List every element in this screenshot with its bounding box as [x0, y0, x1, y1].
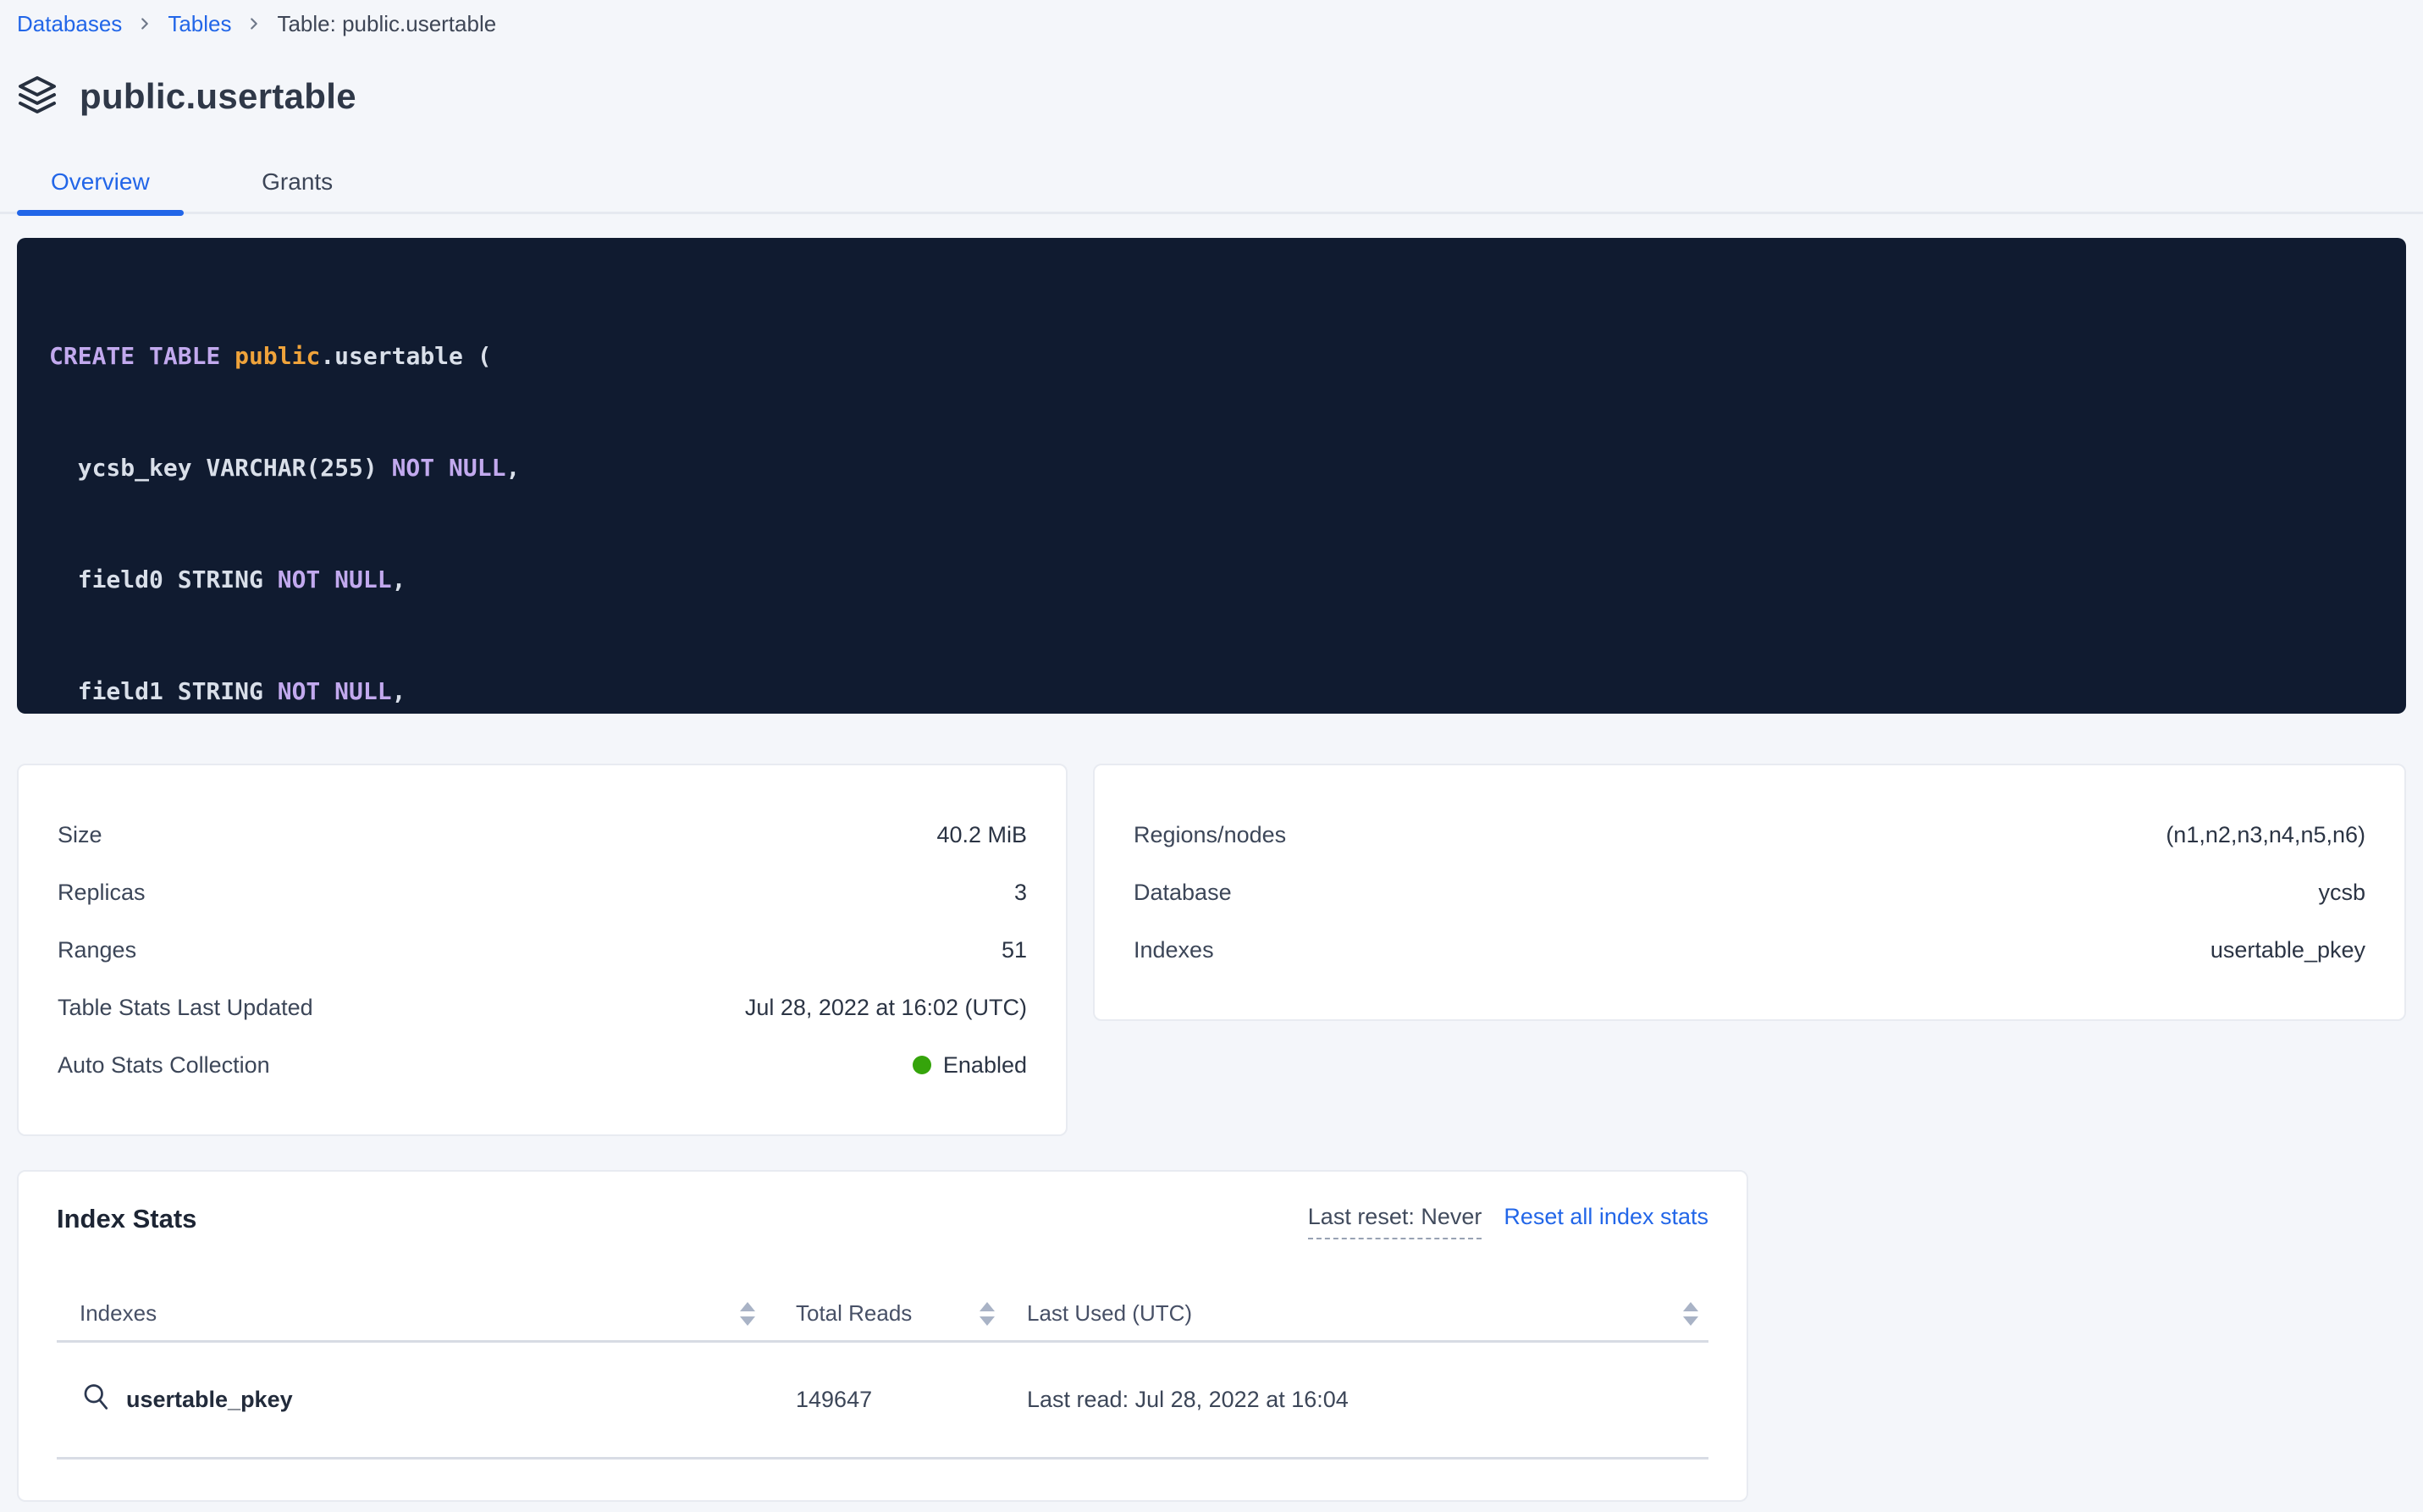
- column-header-indexes[interactable]: Indexes: [57, 1300, 796, 1327]
- index-stats-header: Index Stats Last reset: Never Reset all …: [57, 1204, 1708, 1239]
- status-badge: Enabled: [943, 1052, 1027, 1078]
- stat-row-size: Size 40.2 MiB: [58, 806, 1027, 864]
- table-stats-card: Size 40.2 MiB Replicas 3 Ranges 51 Table…: [17, 764, 1068, 1136]
- page-header: public.usertable: [17, 71, 2406, 122]
- chevron-right-icon: [135, 14, 154, 33]
- table-details-page: Databases Tables Table: public.usertable…: [0, 0, 2423, 1502]
- breadcrumb: Databases Tables Table: public.usertable: [17, 0, 2406, 37]
- info-row-indexes: Indexes usertable_pkey: [1134, 921, 2365, 979]
- total-reads-value: 149647: [796, 1387, 1027, 1413]
- reset-index-stats-link[interactable]: Reset all index stats: [1504, 1204, 1708, 1230]
- sql-line: CREATE TABLE public.usertable (: [49, 338, 2372, 375]
- last-reset-label[interactable]: Last reset: Never: [1308, 1204, 1482, 1239]
- index-table-header: Indexes Total Reads Last Used (UTC): [57, 1287, 1708, 1343]
- chevron-right-icon: [245, 14, 263, 33]
- column-header-last-used[interactable]: Last Used (UTC): [1027, 1300, 1708, 1327]
- tab-grants[interactable]: Grants: [228, 161, 367, 212]
- status-dot: [913, 1056, 931, 1074]
- detail-cards: Size 40.2 MiB Replicas 3 Ranges 51 Table…: [17, 764, 2406, 1136]
- sort-icon: [980, 1302, 995, 1326]
- table-info-card: Regions/nodes (n1,n2,n3,n4,n5,n6) Databa…: [1093, 764, 2406, 1021]
- tab-overview[interactable]: Overview: [17, 161, 184, 212]
- stat-row-replicas: Replicas 3: [58, 864, 1027, 921]
- stat-row-stats-updated: Table Stats Last Updated Jul 28, 2022 at…: [58, 979, 1027, 1036]
- sort-icon: [740, 1302, 755, 1326]
- tab-bar: Overview Grants: [0, 161, 2423, 214]
- info-row-database: Database ycsb: [1134, 864, 2365, 921]
- search-icon: [80, 1382, 111, 1418]
- breadcrumb-link-databases[interactable]: Databases: [17, 11, 122, 37]
- layers-icon: [17, 74, 58, 119]
- breadcrumb-current: Table: public.usertable: [277, 11, 496, 37]
- sql-line: field0 STRING NOT NULL,: [49, 561, 2372, 599]
- stat-row-auto-stats: Auto Stats Collection Enabled: [58, 1036, 1027, 1094]
- column-header-total-reads[interactable]: Total Reads: [796, 1300, 1027, 1327]
- sort-icon: [1683, 1302, 1698, 1326]
- sql-line: field1 STRING NOT NULL,: [49, 673, 2372, 710]
- stat-row-ranges: Ranges 51: [58, 921, 1027, 979]
- sql-line: ycsb_key VARCHAR(255) NOT NULL,: [49, 450, 2372, 487]
- index-name-link[interactable]: usertable_pkey: [126, 1387, 293, 1413]
- index-stats-title: Index Stats: [57, 1204, 196, 1234]
- info-row-regions: Regions/nodes (n1,n2,n3,n4,n5,n6): [1134, 806, 2365, 864]
- create-table-statement: CREATE TABLE public.usertable ( ycsb_key…: [17, 238, 2406, 714]
- last-used-value: Last read: Jul 28, 2022 at 16:04: [1027, 1387, 1708, 1413]
- table-row: usertable_pkey 149647 Last read: Jul 28,…: [57, 1343, 1708, 1460]
- page-title: public.usertable: [80, 76, 356, 117]
- breadcrumb-link-tables[interactable]: Tables: [168, 11, 231, 37]
- index-stats-card: Index Stats Last reset: Never Reset all …: [17, 1170, 1748, 1502]
